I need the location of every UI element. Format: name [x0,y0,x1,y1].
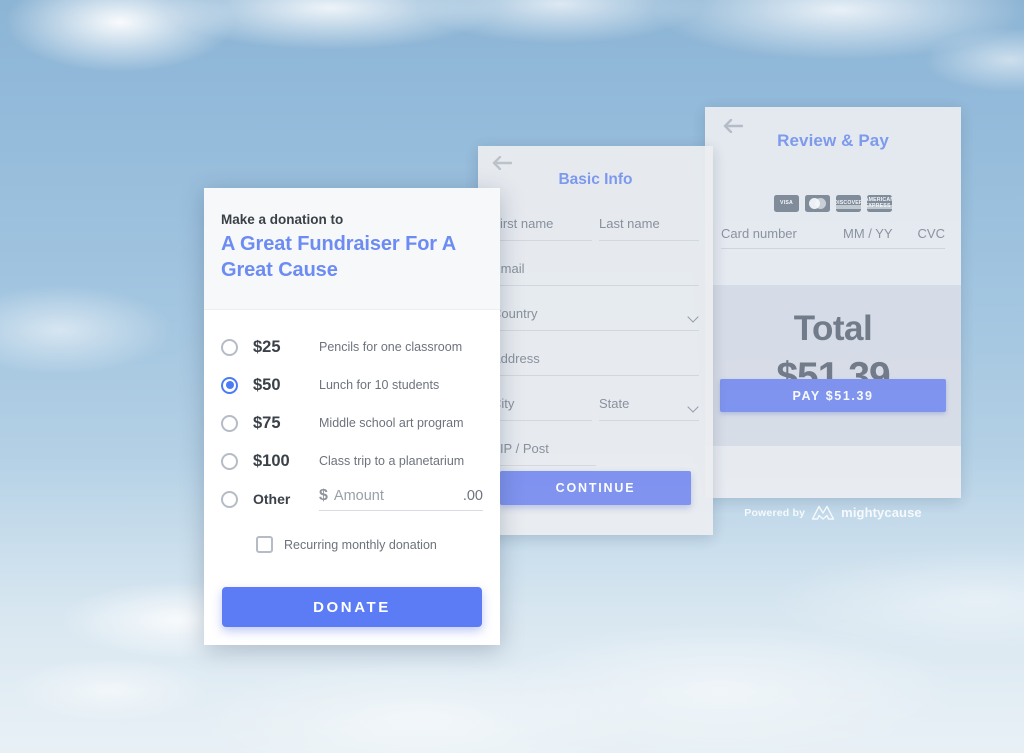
card-cvc-input[interactable]: CVC [905,226,945,241]
card-brand-icons: VISA DISCOVER AMERICAN EXPRESS [705,195,961,212]
last-name-placeholder: Last name [599,216,660,231]
other-amount-cents: .00 [462,488,483,505]
card-number-input[interactable]: Card number [721,226,843,241]
last-name-field[interactable]: Last name [599,211,699,241]
recurring-label: Recurring monthly donation [284,537,437,552]
option-description: Class trip to a planetarium [319,454,465,469]
zip-placeholder: ZIP / Post [492,441,549,456]
radio-icon[interactable] [221,452,238,470]
card-expiry-input[interactable]: MM / YY [843,226,905,241]
credit-card-row: Card number MM / YY CVC [721,226,945,249]
donation-card: Make a donation to A Great Fundraiser Fo… [204,188,500,645]
option-amount: $100 [253,451,290,470]
recurring-donation-row[interactable]: Recurring monthly donation [204,518,500,554]
chevron-down-icon [687,311,699,323]
other-amount-input[interactable]: $ Amount .00 [319,487,483,512]
amex-icon: AMERICAN EXPRESS [867,195,892,212]
mightycause-brand-name: mightycause [841,505,922,520]
country-select[interactable]: Country [492,301,699,331]
first-name-field[interactable]: First name [492,211,592,241]
other-amount-placeholder: Amount [333,488,384,505]
donation-option[interactable]: $25 Pencils for one classroom [221,328,483,366]
powered-by-footer: Powered by mightycause [705,505,961,520]
pay-button[interactable]: PAY $51.39 [720,379,946,412]
address-field[interactable]: Address [492,346,699,376]
radio-icon[interactable] [221,338,238,356]
donation-amount-options: $25 Pencils for one classroom $50 Lunch … [204,310,500,518]
other-label: Other [253,491,291,508]
currency-symbol-icon: $ [319,487,328,505]
mightycause-mountain-logo-icon [811,505,835,520]
state-select[interactable]: State [599,391,699,421]
donation-option-other[interactable]: Other $ Amount .00 [221,480,483,518]
first-name-placeholder: First name [492,216,554,231]
donation-option[interactable]: $100 Class trip to a planetarium [221,442,483,480]
donation-eyebrow: Make a donation to [221,212,344,227]
radio-icon-selected[interactable] [221,376,238,394]
back-arrow-icon[interactable] [723,119,743,133]
basic-info-fields: First name Last name Email Country Addre… [492,211,699,466]
powered-by-label: Powered by [744,506,806,519]
mastercard-icon [805,195,830,212]
state-placeholder: State [599,396,630,411]
fundraiser-title: A Great Fundraiser For A Great Cause [221,233,456,281]
total-section: Total $51.39 [705,285,961,446]
basic-info-card: Basic Info First name Last name Email Co… [478,146,713,535]
chevron-down-icon [687,401,699,413]
back-arrow-icon[interactable] [492,156,512,170]
donation-header: Make a donation to A Great Fundraiser Fo… [204,188,500,311]
option-amount: $25 [253,337,281,356]
email-field[interactable]: Email [492,256,699,286]
radio-icon[interactable] [221,490,238,508]
total-label: Total [793,309,873,348]
option-description: Pencils for one classroom [319,340,463,355]
option-amount: $50 [253,375,281,394]
city-field[interactable]: City [492,391,592,421]
discover-icon: DISCOVER [836,195,861,212]
donate-button[interactable]: DONATE [222,587,482,627]
option-description: Lunch for 10 students [319,378,440,393]
radio-icon[interactable] [221,414,238,432]
review-pay-title: Review & Pay [777,131,889,150]
recurring-checkbox[interactable] [256,536,273,554]
donation-option[interactable]: $50 Lunch for 10 students [221,366,483,404]
visa-icon: VISA [774,195,799,212]
option-description: Middle school art program [319,416,464,431]
screen: Review & Pay VISA DISCOVER AMERICAN EXPR… [0,0,1024,753]
review-and-pay-card: Review & Pay VISA DISCOVER AMERICAN EXPR… [705,107,961,520]
zip-field[interactable]: ZIP / Post [492,436,596,466]
option-amount: $75 [253,413,281,432]
donation-option[interactable]: $75 Middle school art program [221,404,483,442]
continue-button[interactable]: CONTINUE [500,471,691,505]
basic-info-title: Basic Info [558,171,633,188]
